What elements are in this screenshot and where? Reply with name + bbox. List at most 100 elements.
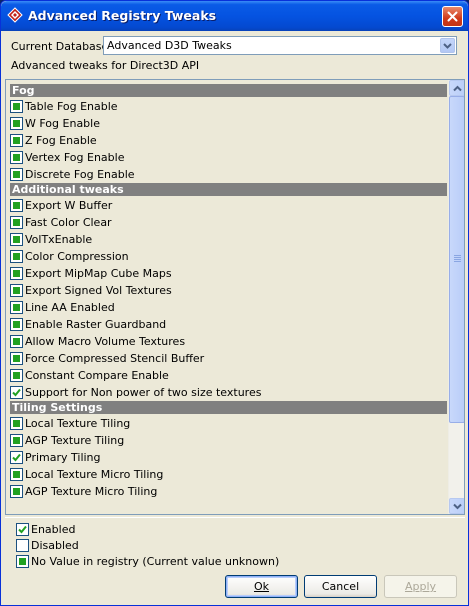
- dialog-window: Advanced Registry Tweaks Current Databas…: [0, 0, 469, 606]
- checkbox-indeterminate-icon[interactable]: [10, 151, 23, 164]
- tweak-item-label: Export Signed Vol Textures: [25, 284, 172, 297]
- ati-logo-icon: [7, 7, 23, 23]
- tweak-item-label: Color Compression: [25, 250, 129, 263]
- tweak-item-label: Discrete Fog Enable: [25, 168, 135, 181]
- checkbox-indeterminate-icon[interactable]: [10, 168, 23, 181]
- tweak-item[interactable]: Line AA Enabled: [6, 299, 449, 316]
- checkbox-indeterminate-icon[interactable]: [10, 468, 23, 481]
- checkbox-unchecked-icon: [16, 539, 29, 552]
- checkbox-indeterminate-icon[interactable]: [10, 318, 23, 331]
- checkbox-indeterminate-icon[interactable]: [10, 216, 23, 229]
- tweak-item[interactable]: Primary Tiling: [6, 449, 449, 466]
- tweak-item[interactable]: W Fog Enable: [6, 115, 449, 132]
- checkbox-indeterminate-icon[interactable]: [10, 100, 23, 113]
- checkbox-indeterminate-icon[interactable]: [10, 117, 23, 130]
- tweak-item-label: VolTxEnable: [25, 233, 93, 246]
- legend-item-label: Disabled: [31, 539, 79, 552]
- tweak-item[interactable]: AGP Texture Tiling: [6, 432, 449, 449]
- scroll-up-button[interactable]: [449, 80, 464, 96]
- section-header: Fog: [10, 84, 447, 97]
- cancel-button[interactable]: Cancel: [304, 575, 377, 598]
- checkbox-checked-icon[interactable]: [10, 451, 23, 464]
- tweak-item[interactable]: Color Compression: [6, 248, 449, 265]
- scroll-down-button[interactable]: [449, 498, 464, 514]
- checkbox-indeterminate-icon[interactable]: [10, 267, 23, 280]
- tweak-item[interactable]: Export Signed Vol Textures: [6, 282, 449, 299]
- section-header: Tiling Settings: [10, 401, 447, 414]
- cancel-button-label: Cancel: [321, 580, 360, 593]
- tweak-item[interactable]: Constant Compare Enable: [6, 367, 449, 384]
- tweak-item-label: Constant Compare Enable: [25, 369, 169, 382]
- tweak-item-label: Local Texture Tiling: [25, 417, 131, 430]
- tweak-item-label: Local Texture Micro Tiling: [25, 468, 164, 481]
- tweak-item[interactable]: Fast Color Clear: [6, 214, 449, 231]
- checkbox-indeterminate-icon[interactable]: [10, 284, 23, 297]
- tweak-item-label: Enable Raster Guardband: [25, 318, 167, 331]
- ok-button[interactable]: Ok: [225, 575, 298, 598]
- checkbox-indeterminate-icon: [16, 555, 29, 568]
- vertical-scrollbar[interactable]: [448, 80, 464, 514]
- chevron-down-icon: [453, 503, 462, 510]
- tweak-item[interactable]: Local Texture Micro Tiling: [6, 466, 449, 483]
- database-description: Advanced tweaks for Direct3D API: [11, 59, 200, 72]
- tweak-item[interactable]: Support for Non power of two size textur…: [6, 384, 449, 401]
- scroll-thumb[interactable]: [449, 96, 464, 423]
- legend-item: Disabled: [15, 537, 415, 554]
- tweak-item-label: AGP Texture Tiling: [25, 434, 125, 447]
- tweak-item[interactable]: Export MipMap Cube Maps: [6, 265, 449, 282]
- tweak-item-label: Export MipMap Cube Maps: [25, 267, 172, 280]
- tweak-item[interactable]: Enable Raster Guardband: [6, 316, 449, 333]
- title-bar[interactable]: Advanced Registry Tweaks: [1, 1, 468, 31]
- ok-button-label: Ok: [253, 580, 270, 593]
- tweaks-list-content: Fog Table Fog Enable W Fog Enable Z Fog Ena…: [6, 80, 449, 514]
- database-label: Current Database: [11, 40, 109, 53]
- checkbox-indeterminate-icon[interactable]: [10, 369, 23, 382]
- checkbox-checked-icon: [16, 523, 29, 536]
- tweak-item[interactable]: Export W Buffer: [6, 197, 449, 214]
- checkbox-indeterminate-icon[interactable]: [10, 233, 23, 246]
- close-button[interactable]: [442, 6, 463, 27]
- legend-item-label: Enabled: [31, 523, 76, 536]
- apply-button-label: Apply: [404, 580, 437, 593]
- tweak-item[interactable]: Table Fog Enable: [6, 98, 449, 115]
- chevron-down-icon: [443, 43, 452, 49]
- chevron-up-icon: [453, 85, 462, 92]
- legend-item-label: No Value in registry (Current value unkn…: [31, 555, 280, 568]
- checkbox-indeterminate-icon[interactable]: [10, 434, 23, 447]
- tweak-item-label: Fast Color Clear: [25, 216, 112, 229]
- tweak-item-label: Allow Macro Volume Textures: [25, 335, 186, 348]
- tweak-item-label: Z Fog Enable: [25, 134, 97, 147]
- database-select-value: Advanced D3D Tweaks: [107, 39, 232, 52]
- dropdown-arrow-button[interactable]: [440, 38, 455, 53]
- checkbox-indeterminate-icon[interactable]: [10, 199, 23, 212]
- checkbox-indeterminate-icon[interactable]: [10, 417, 23, 430]
- tweak-item[interactable]: Discrete Fog Enable: [6, 166, 449, 183]
- apply-button: Apply: [384, 575, 457, 598]
- tweak-item[interactable]: Allow Macro Volume Textures: [6, 333, 449, 350]
- checkbox-checked-icon[interactable]: [10, 386, 23, 399]
- checkbox-indeterminate-icon[interactable]: [10, 301, 23, 314]
- tweaks-list[interactable]: Fog Table Fog Enable W Fog Enable Z Fog Ena…: [5, 79, 465, 515]
- tweak-item-label: Line AA Enabled: [25, 301, 115, 314]
- tweak-item-label: Table Fog Enable: [25, 100, 118, 113]
- tweak-item[interactable]: Force Compressed Stencil Buffer: [6, 350, 449, 367]
- checkbox-indeterminate-icon[interactable]: [10, 250, 23, 263]
- section-header: Additional tweaks: [10, 183, 447, 196]
- tweak-item-label: AGP Texture Micro Tiling: [25, 485, 158, 498]
- close-icon: [447, 11, 458, 22]
- tweak-item[interactable]: Z Fog Enable: [6, 132, 449, 149]
- tweak-item[interactable]: Local Texture Tiling: [6, 415, 449, 432]
- tweak-item-label: Vertex Fog Enable: [25, 151, 125, 164]
- legend-item: Enabled: [15, 521, 415, 538]
- checkbox-indeterminate-icon[interactable]: [10, 352, 23, 365]
- tweak-item-label: Export W Buffer: [25, 199, 113, 212]
- tweak-item[interactable]: AGP Texture Micro Tiling: [6, 483, 449, 500]
- checkbox-indeterminate-icon[interactable]: [10, 485, 23, 498]
- tweak-item[interactable]: Vertex Fog Enable: [6, 149, 449, 166]
- database-select[interactable]: Advanced D3D Tweaks: [103, 36, 457, 55]
- tweak-item[interactable]: VolTxEnable: [6, 231, 449, 248]
- tweak-item-label: Primary Tiling: [25, 451, 101, 464]
- checkbox-indeterminate-icon[interactable]: [10, 335, 23, 348]
- checkbox-indeterminate-icon[interactable]: [10, 134, 23, 147]
- state-legend: Enabled Disabled No Value in registry (Cur…: [5, 517, 465, 571]
